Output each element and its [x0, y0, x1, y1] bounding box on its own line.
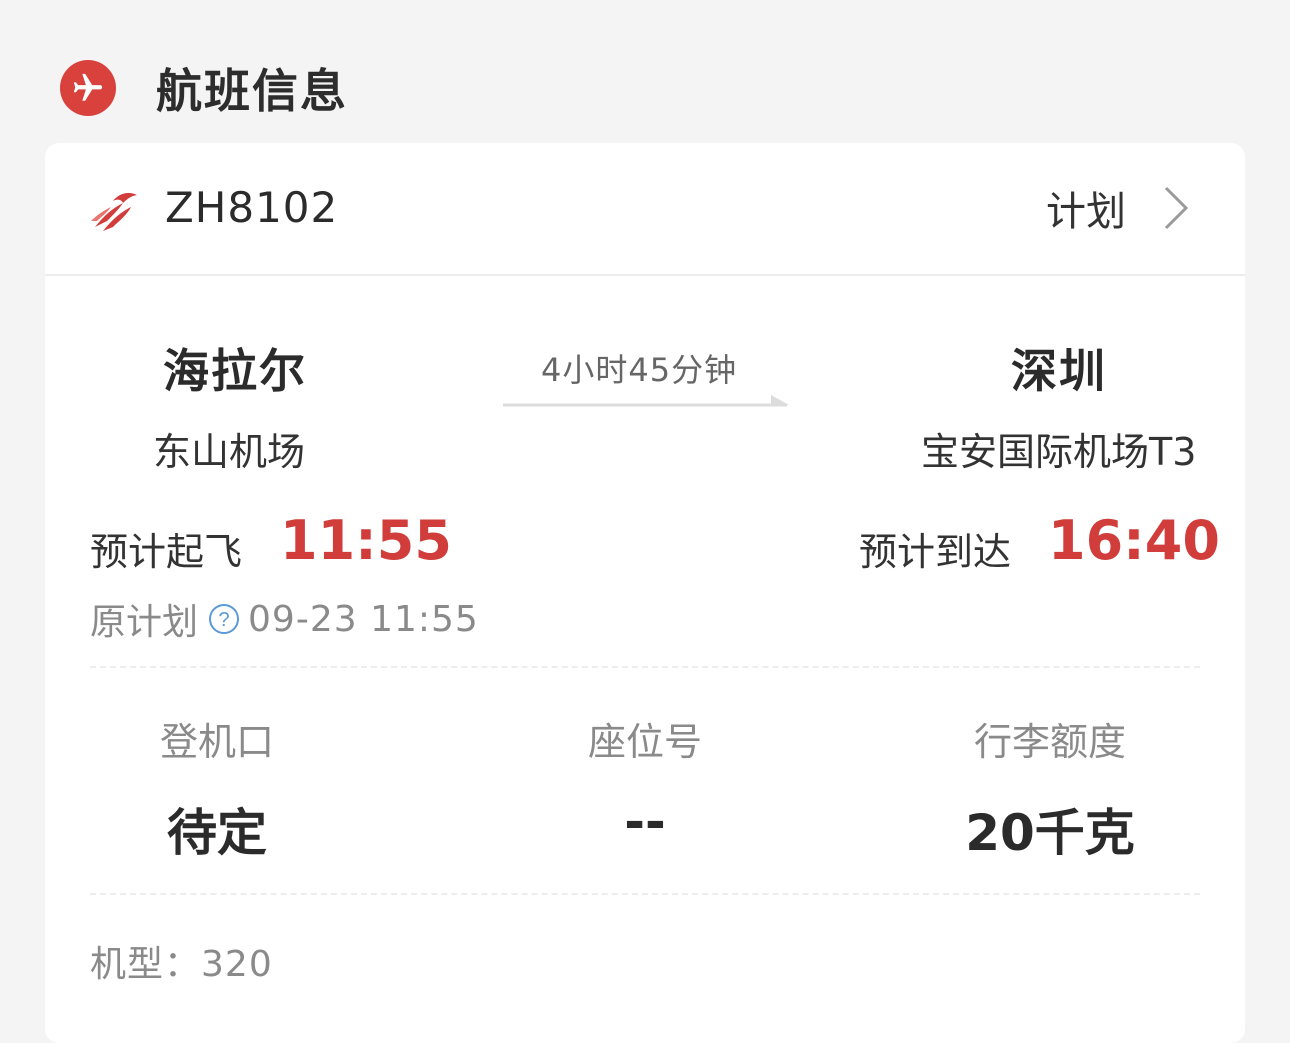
- chevron-right-icon: [1164, 186, 1189, 230]
- flight-number: ZH8102: [165, 183, 339, 232]
- divider: [90, 893, 1200, 895]
- arrival-label: 预计到达: [859, 530, 1012, 574]
- aircraft-type: 机型：320: [90, 935, 273, 987]
- flight-duration: 4小时45分钟: [541, 351, 738, 389]
- divider: [90, 666, 1200, 668]
- baggage-value: 20千克: [965, 804, 1135, 862]
- original-schedule-time: 09-23 11:55: [248, 598, 479, 640]
- seat-value: --: [624, 793, 666, 851]
- plan-status-link[interactable]: 计划: [1046, 179, 1190, 237]
- origin-city: 海拉尔: [163, 344, 307, 398]
- section-header: 航班信息: [60, 55, 348, 121]
- aircraft-label: 机型：: [90, 944, 202, 985]
- origin-airport: 东山机场: [153, 430, 306, 474]
- baggage-label: 行李额度: [973, 720, 1126, 764]
- section-title: 航班信息: [156, 64, 348, 118]
- airplane-icon: [60, 60, 116, 116]
- flight-card: ZH8102 计划 海拉尔 东山机场 4小时45分钟 深圳 宝安国际机场T3 预…: [45, 143, 1245, 1043]
- original-schedule-label: 原计划: [90, 602, 199, 643]
- airline-logo-icon: [91, 193, 137, 231]
- route-arrow-icon: [503, 395, 789, 407]
- gate-value: 待定: [167, 804, 267, 862]
- flight-header: ZH8102 计划: [45, 143, 1245, 276]
- plan-label: 计划: [1046, 189, 1126, 235]
- aircraft-value: 320: [201, 944, 273, 985]
- arrival-time: 16:40: [1048, 509, 1220, 572]
- destination-city: 深圳: [1011, 344, 1107, 398]
- gate-label: 登机口: [159, 720, 274, 764]
- departure-time: 11:55: [280, 509, 452, 572]
- destination-airport: 宝安国际机场T3: [921, 430, 1197, 474]
- original-schedule: 原计划 ? 09-23 11:55: [90, 593, 479, 645]
- departure-label: 预计起飞: [90, 530, 243, 574]
- svg-text:?: ?: [218, 609, 229, 631]
- seat-label: 座位号: [587, 720, 702, 764]
- help-icon[interactable]: ?: [208, 603, 240, 635]
